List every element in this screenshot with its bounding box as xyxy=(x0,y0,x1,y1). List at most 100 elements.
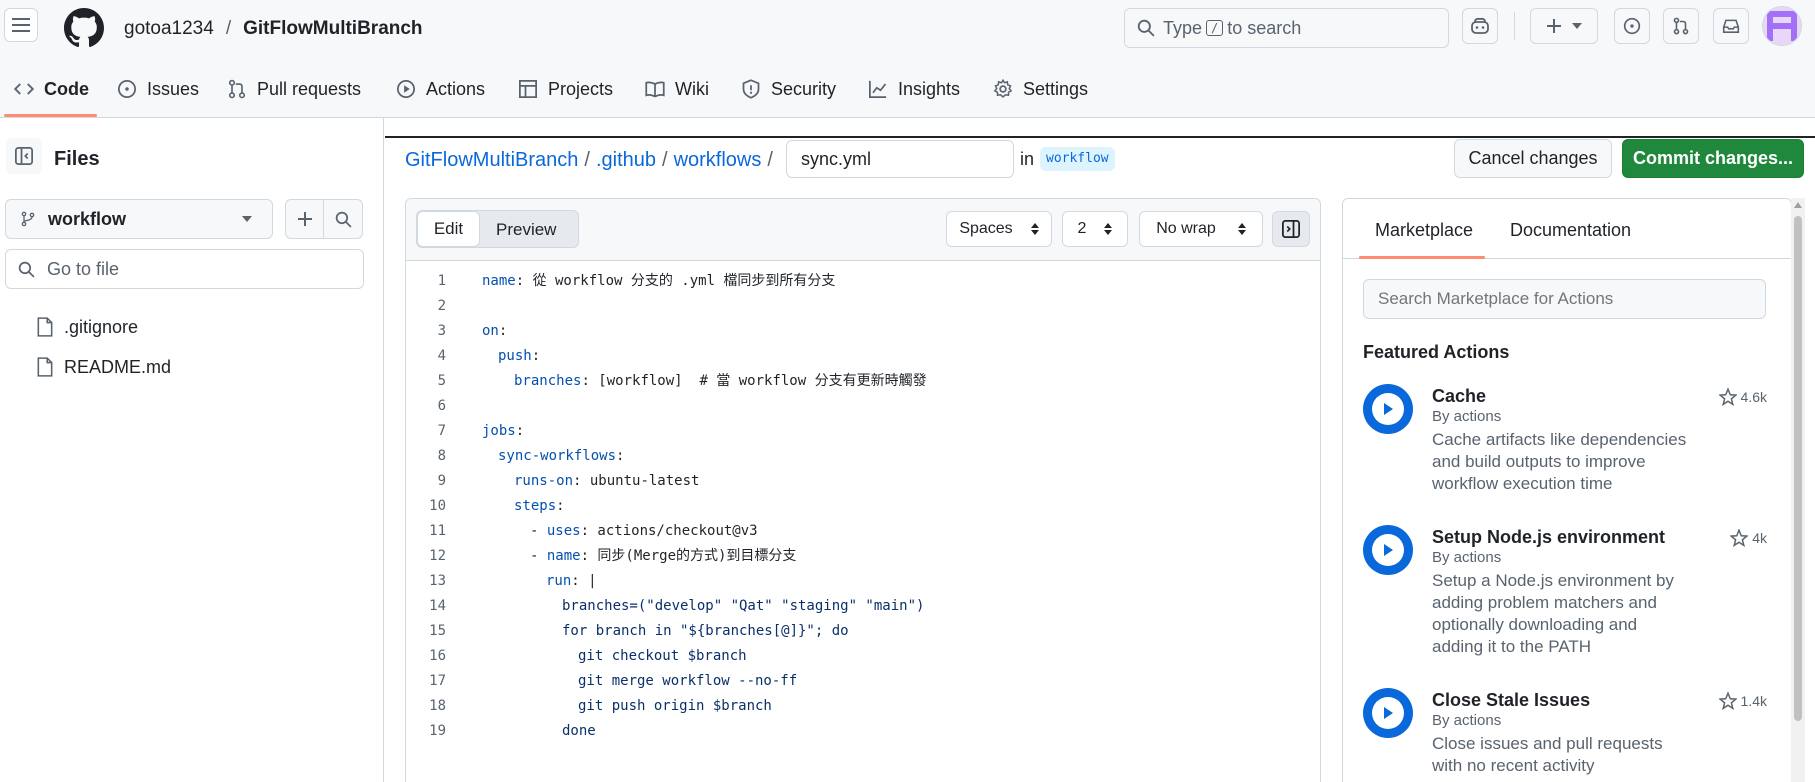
file-item[interactable]: .gitignore xyxy=(36,312,138,342)
code-line[interactable]: 9 runs-on: ubuntu-latest xyxy=(406,469,700,494)
marketplace-search-input[interactable] xyxy=(1363,279,1766,319)
tab-preview[interactable]: Preview xyxy=(496,220,556,240)
search-icon xyxy=(1137,19,1155,37)
tab-wiki[interactable]: Wiki xyxy=(645,76,709,102)
code-token: for branch in "${branches[@]}"; do xyxy=(562,623,849,639)
tab-code[interactable]: Code xyxy=(14,76,89,102)
code-line[interactable]: 4 push: xyxy=(406,344,541,369)
line-number: 16 xyxy=(429,648,446,664)
header-divider xyxy=(1514,12,1515,40)
code-line[interactable]: 18 git push origin $branch xyxy=(406,694,772,719)
gear-icon xyxy=(993,79,1013,98)
branch-selector[interactable]: workflow xyxy=(5,199,273,239)
tab-settings[interactable]: Settings xyxy=(993,76,1088,102)
indent-size-value: 2 xyxy=(1077,220,1087,237)
action-title[interactable]: Cache xyxy=(1432,386,1486,407)
breadcrumb-workflows[interactable]: workflows xyxy=(674,149,762,172)
go-to-file-input[interactable]: Go to file xyxy=(5,249,364,289)
triangle-down-icon xyxy=(1572,23,1582,29)
tab-pull-requests[interactable]: Pull requests xyxy=(227,76,361,102)
code-line[interactable]: 8 sync-workflows: xyxy=(406,444,625,469)
code-line[interactable]: 15 for branch in "${branches[@]}"; do xyxy=(406,619,849,644)
scroll-up-icon[interactable] xyxy=(1794,202,1802,208)
code-line[interactable]: 6 xyxy=(406,394,482,419)
code-token: : xyxy=(556,498,565,514)
avatar[interactable] xyxy=(1762,6,1802,46)
scrollbar[interactable] xyxy=(1791,198,1805,782)
wrap-mode-select[interactable]: No wrap xyxy=(1139,211,1263,247)
marketplace-panel: Marketplace Documentation Featured Actio… xyxy=(1342,198,1792,782)
tab-actions[interactable]: Actions xyxy=(396,76,485,102)
issues-button[interactable] xyxy=(1614,8,1650,44)
action-card[interactable]: Setup Node.js environment By actions Set… xyxy=(1363,525,1773,665)
action-title[interactable]: Setup Node.js environment xyxy=(1432,527,1665,548)
code-line[interactable]: 17 git merge workflow --no-ff xyxy=(406,669,797,694)
code-token: - xyxy=(530,548,547,564)
line-number: 5 xyxy=(437,373,446,389)
code-line[interactable]: 2 xyxy=(406,294,482,319)
menu-button[interactable] xyxy=(4,8,38,42)
code-key: push xyxy=(498,348,532,364)
code-line[interactable]: 3 on: xyxy=(406,319,508,344)
cancel-changes-button[interactable]: Cancel changes xyxy=(1454,139,1612,178)
breadcrumb-github[interactable]: .github xyxy=(596,149,656,172)
search-input[interactable]: Type / to search xyxy=(1124,8,1449,48)
filename-input[interactable] xyxy=(786,140,1014,178)
indent-mode-select[interactable]: Spaces xyxy=(946,211,1052,247)
repo-title: gotoa1234 / GitFlowMultiBranch xyxy=(124,18,423,40)
code-line[interactable]: 7 jobs: xyxy=(406,419,525,444)
tab-insights[interactable]: Insights xyxy=(868,76,960,102)
code-key: sync-workflows xyxy=(498,448,617,464)
triangle-down-icon xyxy=(242,216,252,222)
tab-edit[interactable]: Edit xyxy=(417,211,480,247)
tab-documentation[interactable]: Documentation xyxy=(1510,220,1631,241)
code-key: jobs xyxy=(482,423,516,439)
code-line[interactable]: 12 - name: 同步(Merge的方式)到目標分支 xyxy=(406,544,796,569)
action-stars: 4k xyxy=(1730,529,1767,547)
title-separator: / xyxy=(225,18,232,39)
action-card[interactable]: Close Stale Issues By actions Close issu… xyxy=(1363,688,1773,782)
star-icon xyxy=(1718,692,1737,710)
file-tree-sidebar: Files workflow Go to file .gitignore REA… xyxy=(0,118,384,782)
git-pull-request-icon xyxy=(1673,17,1689,35)
code-line[interactable]: 13 run: | xyxy=(406,569,596,594)
github-logo-icon[interactable] xyxy=(64,8,104,48)
breadcrumb-repo[interactable]: GitFlowMultiBranch xyxy=(405,149,578,172)
star-count: 4.6k xyxy=(1740,389,1767,405)
editor-top-border xyxy=(385,136,1815,138)
tab-marketplace[interactable]: Marketplace xyxy=(1375,220,1473,241)
action-title[interactable]: Close Stale Issues xyxy=(1432,690,1590,711)
code-line[interactable]: 11 - uses: actions/checkout@v3 xyxy=(406,519,757,544)
code-line[interactable]: 16 git checkout $branch xyxy=(406,644,747,669)
create-new-button[interactable] xyxy=(1530,8,1598,44)
code-line[interactable]: 19 done xyxy=(406,719,596,744)
action-stars: 1.4k xyxy=(1718,692,1767,710)
action-description: Cache artifacts like dependencies and bu… xyxy=(1432,429,1686,495)
select-arrows-icon xyxy=(1104,223,1113,235)
tab-security[interactable]: Security xyxy=(741,76,836,102)
code-line[interactable]: 10 steps: xyxy=(406,494,565,519)
add-file-button[interactable] xyxy=(285,199,324,239)
tab-projects[interactable]: Projects xyxy=(518,76,613,102)
copilot-button[interactable] xyxy=(1462,8,1498,44)
indent-size-select[interactable]: 2 xyxy=(1062,211,1128,247)
tab-issues[interactable]: Issues xyxy=(117,76,199,102)
scrollbar-thumb[interactable] xyxy=(1794,216,1802,721)
pull-requests-button[interactable] xyxy=(1663,8,1699,44)
inbox-button[interactable] xyxy=(1713,8,1749,44)
code-key: run xyxy=(546,573,572,589)
owner-link[interactable]: gotoa1234 xyxy=(124,18,214,40)
search-files-button[interactable] xyxy=(323,199,363,239)
collapse-sidebar-button[interactable] xyxy=(6,138,42,174)
code-line[interactable]: 1 name: 從 workflow 分支的 .yml 檔同步到所有分支 xyxy=(406,269,836,294)
code-token: git checkout $branch xyxy=(578,648,747,664)
commit-changes-button[interactable]: Commit changes... xyxy=(1622,139,1804,178)
repo-link[interactable]: GitFlowMultiBranch xyxy=(243,18,422,40)
code-line[interactable]: 14 branches=("develop" "Qat" "staging" "m… xyxy=(406,594,924,619)
action-card[interactable]: Cache By actions Cache artifacts like de… xyxy=(1363,384,1773,504)
code-line[interactable]: 5 branches: [workflow] # 當 workflow 分支有更新… xyxy=(406,369,927,394)
desc-line: adding problem matchers and xyxy=(1432,593,1657,612)
toggle-panel-button[interactable] xyxy=(1272,211,1310,247)
branch-name: workflow xyxy=(48,208,127,229)
file-item[interactable]: README.md xyxy=(36,352,171,382)
